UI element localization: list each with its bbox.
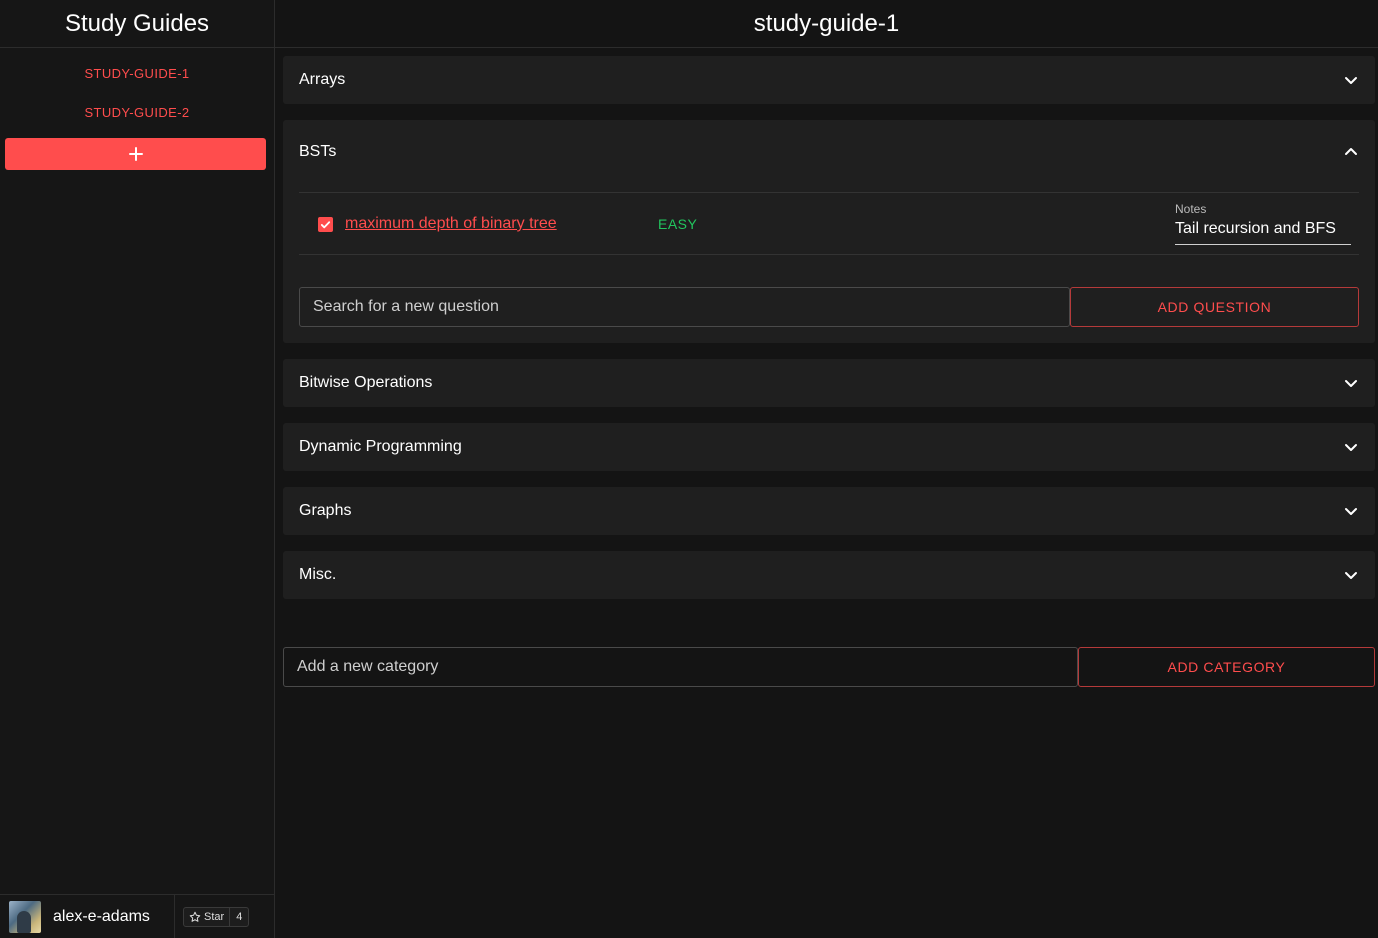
- plus-icon: [128, 147, 143, 161]
- star-button[interactable]: Star: [184, 907, 231, 926]
- add-category-button[interactable]: ADD CATEGORY: [1078, 647, 1375, 687]
- notes-field[interactable]: Tail recursion and BFS: [1175, 219, 1351, 245]
- add-question-button[interactable]: ADD QUESTION: [1070, 287, 1359, 327]
- question-search-input[interactable]: Search for a new question: [299, 287, 1070, 327]
- category-panel-bsts: BSTs maximum depth of binary tree EASY N…: [283, 120, 1375, 343]
- new-category-input[interactable]: Add a new category: [283, 647, 1078, 687]
- category-title: Graphs: [299, 502, 352, 519]
- add-study-guide-button[interactable]: [5, 138, 266, 170]
- sidebar: Study Guides STUDY-GUIDE-1 STUDY-GUIDE-2…: [0, 0, 275, 938]
- chevron-down-icon: [1343, 503, 1359, 519]
- category-panel-bitwise: Bitwise Operations: [283, 359, 1375, 407]
- chevron-down-icon: [1343, 375, 1359, 391]
- category-header-bitwise[interactable]: Bitwise Operations: [283, 359, 1375, 407]
- category-title: Dynamic Programming: [299, 438, 462, 455]
- chevron-down-icon: [1343, 439, 1359, 455]
- sidebar-item-study-guide-2[interactable]: STUDY-GUIDE-2: [0, 93, 274, 132]
- page-title: study-guide-1: [275, 0, 1378, 48]
- question-link[interactable]: maximum depth of binary tree: [345, 215, 557, 233]
- category-header-graphs[interactable]: Graphs: [283, 487, 1375, 535]
- sidebar-title: Study Guides: [0, 0, 274, 48]
- notes-label: Notes: [1175, 202, 1207, 216]
- difficulty-badge: EASY: [658, 216, 698, 232]
- category-panel-dp: Dynamic Programming: [283, 423, 1375, 471]
- chevron-down-icon: [1343, 567, 1359, 583]
- category-title: Misc.: [299, 566, 337, 583]
- chevron-down-icon: [1343, 72, 1359, 88]
- star-label: Star: [204, 910, 225, 923]
- sidebar-item-study-guide-1[interactable]: STUDY-GUIDE-1: [0, 54, 274, 93]
- check-icon: [320, 221, 331, 229]
- main-content: study-guide-1 Arrays BSTs maximum depth …: [275, 0, 1378, 938]
- category-header-dp[interactable]: Dynamic Programming: [283, 423, 1375, 471]
- category-header-bsts[interactable]: BSTs: [283, 120, 1375, 184]
- chevron-up-icon: [1343, 144, 1359, 160]
- question-row: maximum depth of binary tree EASY Notes …: [299, 192, 1359, 255]
- github-star-widget: Star 4: [183, 906, 250, 927]
- category-panel-graphs: Graphs: [283, 487, 1375, 535]
- category-title: BSTs: [299, 143, 337, 160]
- category-title: Arrays: [299, 71, 346, 88]
- category-header-arrays[interactable]: Arrays: [283, 56, 1375, 104]
- avatar[interactable]: [9, 900, 41, 933]
- category-header-misc[interactable]: Misc.: [283, 551, 1375, 599]
- app: Study Guides STUDY-GUIDE-1 STUDY-GUIDE-2…: [0, 0, 1378, 938]
- footer-divider: [174, 894, 175, 938]
- username[interactable]: alex-e-adams: [53, 908, 174, 926]
- question-checkbox[interactable]: [318, 217, 333, 232]
- category-panel-arrays: Arrays: [283, 56, 1375, 104]
- category-title: Bitwise Operations: [299, 374, 433, 391]
- category-panel-misc: Misc.: [283, 551, 1375, 599]
- sidebar-footer: alex-e-adams Star 4: [0, 894, 274, 938]
- star-icon: [189, 911, 201, 922]
- guide-list: STUDY-GUIDE-1 STUDY-GUIDE-2: [0, 48, 274, 132]
- star-count[interactable]: 4: [230, 908, 248, 926]
